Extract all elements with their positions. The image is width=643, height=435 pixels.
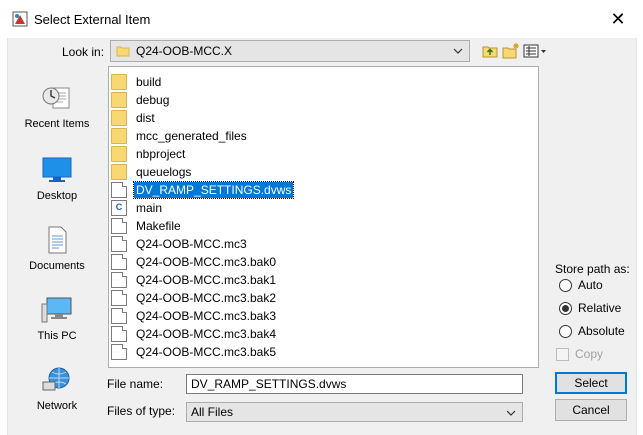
item-name: mcc_generated_files (136, 129, 247, 143)
new-folder-icon[interactable] (502, 42, 520, 60)
place-documents[interactable]: Documents (14, 226, 100, 286)
copy-label: Copy (575, 347, 604, 361)
item-name: Q24-OOB-MCC.mc3 (136, 237, 247, 251)
list-item-file[interactable]: Q24-OOB-MCC.mc3.bak1 (111, 271, 278, 289)
checkbox-box (556, 347, 569, 361)
list-item-file-selected[interactable]: DV_RAMP_SETTINGS.dvws (111, 181, 295, 199)
list-item-file[interactable]: Q24-OOB-MCC.mc3.bak0 (111, 253, 278, 271)
files-of-type-label: Files of type: (107, 404, 176, 418)
list-item-file[interactable]: C main (111, 199, 164, 217)
this-pc-icon (41, 296, 73, 324)
file-icon (111, 182, 127, 198)
window-title: Select External Item (34, 12, 151, 27)
file-icon (111, 236, 127, 252)
place-network[interactable]: Network (14, 366, 100, 426)
chevron-down-icon (506, 407, 516, 417)
folder-icon (111, 146, 127, 162)
item-name: Q24-OOB-MCC.mc3.bak5 (136, 345, 277, 359)
item-name: dist (136, 111, 155, 125)
radio-label: Absolute (578, 324, 625, 338)
place-desktop[interactable]: Desktop (14, 156, 100, 216)
file-name-label: File name: (107, 377, 164, 391)
list-item-file[interactable]: Makefile (111, 217, 183, 235)
list-item-folder[interactable]: debug (111, 91, 171, 109)
folder-icon (111, 164, 127, 180)
folder-icon (111, 110, 127, 126)
file-icon (111, 344, 127, 360)
file-icon (111, 326, 127, 342)
folder-icon (116, 44, 130, 58)
folder-icon (111, 74, 127, 90)
item-name: nbproject (136, 147, 186, 161)
list-item-file[interactable]: Q24-OOB-MCC.mc3.bak5 (111, 343, 278, 361)
folder-icon (111, 128, 127, 144)
radio-circle-selected (559, 301, 572, 315)
window-edge-left (0, 38, 8, 435)
view-menu-icon[interactable] (523, 42, 547, 60)
file-icon (111, 290, 127, 306)
place-this-pc[interactable]: This PC (14, 296, 100, 356)
list-item-file[interactable]: Q24-OOB-MCC.mc3.bak2 (111, 289, 278, 307)
list-item-file[interactable]: Q24-OOB-MCC.mc3 (111, 235, 249, 253)
list-item-folder[interactable]: nbproject (111, 145, 187, 163)
window-edge-right (636, 38, 643, 435)
item-name: Q24-OOB-MCC.mc3.bak4 (136, 327, 277, 341)
list-item-folder[interactable]: build (111, 73, 163, 91)
close-button[interactable]: ✕ (602, 6, 634, 32)
place-label: Documents (29, 260, 85, 272)
radio-relative[interactable]: Relative (559, 300, 639, 316)
item-name: queuelogs (136, 165, 192, 179)
look-in-dropdown[interactable]: Q24-OOB-MCC.X (110, 40, 470, 62)
item-name: DV_RAMP_SETTINGS.dvws (132, 181, 295, 199)
up-folder-icon[interactable] (481, 42, 499, 60)
desktop-icon (41, 156, 73, 184)
documents-icon (41, 226, 73, 254)
look-in-label: Look in: (62, 45, 105, 59)
place-label: This PC (37, 330, 77, 342)
select-button[interactable]: Select (555, 372, 627, 394)
file-list[interactable]: build debug dist mcc_generated_files nbp… (108, 66, 539, 368)
radio-circle (559, 278, 572, 292)
file-icon (111, 272, 127, 288)
file-icon (111, 308, 127, 324)
list-item-folder[interactable]: dist (111, 109, 157, 127)
place-label: Desktop (36, 190, 78, 202)
radio-label: Auto (578, 278, 603, 292)
list-item-folder[interactable]: queuelogs (111, 163, 193, 181)
list-item-file[interactable]: Q24-OOB-MCC.mc3.bak4 (111, 325, 278, 343)
list-item-folder[interactable]: mcc_generated_files (111, 127, 249, 145)
item-name: build (136, 75, 162, 89)
radio-absolute[interactable]: Absolute (559, 323, 639, 339)
store-path-label: Store path as: (555, 262, 630, 276)
item-name: Q24-OOB-MCC.mc3.bak2 (136, 291, 277, 305)
app-icon (12, 11, 28, 27)
c-source-file-icon: C (111, 200, 127, 216)
folder-icon (111, 92, 127, 108)
look-in-value: Q24-OOB-MCC.X (136, 44, 233, 58)
file-name-input[interactable]: DV_RAMP_SETTINGS.dvws (186, 374, 523, 394)
item-name: main (136, 201, 163, 215)
place-recent-items[interactable]: Recent Items (14, 84, 100, 144)
item-name: Q24-OOB-MCC.mc3.bak1 (136, 273, 277, 287)
files-of-type-value: All Files (191, 405, 234, 419)
place-label: Recent Items (24, 118, 90, 130)
files-of-type-dropdown[interactable]: All Files (186, 402, 523, 422)
radio-label: Relative (578, 301, 622, 315)
recent-items-icon (41, 84, 73, 112)
chevron-down-icon (453, 45, 463, 55)
copy-checkbox[interactable]: Copy (556, 347, 603, 361)
radio-circle (559, 324, 572, 338)
item-name: Q24-OOB-MCC.mc3.bak3 (136, 309, 277, 323)
place-label: Network (36, 400, 78, 412)
network-icon (41, 366, 73, 394)
file-icon (111, 254, 127, 270)
radio-auto[interactable]: Auto (559, 277, 639, 293)
item-name: Q24-OOB-MCC.mc3.bak0 (136, 255, 277, 269)
list-item-file[interactable]: Q24-OOB-MCC.mc3.bak3 (111, 307, 278, 325)
close-icon: ✕ (610, 8, 626, 29)
cancel-button[interactable]: Cancel (555, 399, 627, 421)
item-name: Makefile (136, 219, 181, 233)
item-name: debug (136, 93, 170, 107)
file-icon (111, 218, 127, 234)
